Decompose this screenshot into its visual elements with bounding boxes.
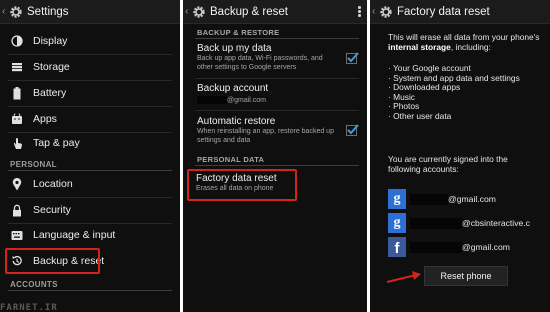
- erase-warning-text: This will erase all data from your phone…: [388, 32, 542, 52]
- settings-item-storage[interactable]: Storage: [0, 54, 180, 80]
- page-title: Settings: [27, 5, 69, 18]
- highlight-box: [187, 169, 297, 201]
- divider: [8, 290, 172, 291]
- settings-item-label: Apps: [33, 113, 57, 125]
- item-summary: When reinstalling an app, restore backed…: [197, 128, 334, 144]
- section-header-personal: PERSONAL: [10, 160, 57, 169]
- account-row: g @gmail.com: [388, 188, 550, 210]
- list-item-text: Downloaded apps: [393, 82, 461, 93]
- settings-item-label: Display: [33, 35, 68, 47]
- factory-reset-panel: ‹ Factory data reset This will erase all…: [370, 0, 550, 312]
- lock-icon: [10, 203, 24, 217]
- settings-item-label: Storage: [33, 61, 70, 73]
- highlight-box: [5, 248, 100, 274]
- list-item-text: Music: [393, 91, 415, 102]
- warning-text-part: This will erase all data from your phone…: [388, 32, 540, 42]
- watermark-logo: FARNET.IR: [0, 303, 58, 312]
- section-header-backup-restore: BACKUP & RESTORE: [197, 28, 280, 37]
- warning-text-bold: internal storage: [388, 42, 451, 52]
- auto-restore-checkbox[interactable]: [346, 124, 359, 136]
- email-suffix: @gmail.com: [448, 194, 496, 204]
- item-title: Back up my data: [197, 43, 272, 54]
- redacted-block: [410, 193, 448, 205]
- settings-item-tap-pay[interactable]: Tap & pay: [0, 130, 180, 156]
- account-row: f @gmail.com: [388, 236, 550, 258]
- back-chevron-icon[interactable]: ‹: [185, 0, 191, 24]
- storage-icon: [10, 60, 24, 74]
- settings-item-security[interactable]: Security: [0, 197, 180, 223]
- automatic-restore-item[interactable]: Automatic restore When reinstalling an a…: [197, 116, 359, 145]
- backup-account-email: @gmail.com: [197, 96, 359, 105]
- backup-account-item[interactable]: Backup account @gmail.com: [197, 83, 359, 105]
- settings-item-label: Battery: [33, 87, 67, 99]
- gear-icon[interactable]: [9, 5, 23, 19]
- erase-items-list: · Your Google account · System and app d…: [388, 63, 544, 122]
- divider: [195, 78, 359, 79]
- apps-icon: [10, 112, 24, 126]
- google-icon: g: [388, 189, 406, 209]
- reset-phone-button[interactable]: Reset phone: [424, 266, 508, 286]
- item-title: Backup account: [197, 83, 269, 94]
- overflow-menu-icon[interactable]: [358, 6, 361, 18]
- page-title: Factory data reset: [397, 5, 490, 18]
- email-suffix: @cbsinteractive.c: [462, 218, 530, 228]
- redacted-block: [410, 241, 462, 253]
- back-chevron-icon[interactable]: ‹: [2, 0, 8, 24]
- section-header-accounts: ACCOUNTS: [10, 280, 58, 289]
- backup-action-bar: ‹ Backup & reset: [183, 0, 367, 24]
- page-title: Backup & reset: [210, 5, 288, 18]
- tap-pay-icon: [10, 136, 24, 150]
- settings-item-language[interactable]: Language & input: [0, 222, 180, 248]
- facebook-icon: f: [388, 237, 406, 257]
- warning-text-part: , including:: [450, 42, 491, 52]
- divider: [195, 38, 359, 39]
- language-icon: [10, 228, 24, 242]
- settings-item-apps[interactable]: Apps: [0, 106, 180, 132]
- settings-item-label: Language & input: [33, 229, 116, 241]
- redacted-block: [410, 217, 462, 229]
- battery-icon: [10, 86, 24, 100]
- gear-icon[interactable]: [192, 5, 206, 19]
- email-suffix: @gmail.com: [227, 96, 267, 104]
- settings-panel: ‹ Settings Display Storage Battery Apps: [0, 0, 180, 312]
- signed-in-text: You are currently signed into the follow…: [388, 154, 508, 174]
- item-summary: Back up app data, Wi-Fi passwords, and o…: [197, 55, 323, 71]
- divider: [195, 110, 359, 111]
- back-chevron-icon[interactable]: ‹: [372, 0, 378, 24]
- settings-item-label: Tap & pay: [33, 137, 80, 149]
- gear-icon[interactable]: [379, 5, 393, 19]
- settings-item-battery[interactable]: Battery: [0, 80, 180, 106]
- backup-data-checkbox[interactable]: [346, 52, 359, 64]
- list-item-text: System and app data and settings: [393, 72, 520, 83]
- redacted-block: [197, 96, 227, 104]
- settings-item-display[interactable]: Display: [0, 28, 180, 54]
- backup-reset-panel: ‹ Backup & reset BACKUP & RESTORE Back u…: [183, 0, 367, 312]
- list-item: · Other user data: [388, 110, 452, 121]
- google-icon: g: [388, 213, 406, 233]
- account-row: g @cbsinteractive.c: [388, 212, 550, 234]
- email-suffix: @gmail.com: [462, 242, 510, 252]
- account-email: @gmail.com: [410, 193, 496, 205]
- list-item-text: Photos: [393, 101, 420, 112]
- settings-action-bar: ‹ Settings: [0, 0, 180, 24]
- list-item-text: Other user data: [393, 110, 452, 121]
- divider: [195, 165, 359, 166]
- item-title: Automatic restore: [197, 116, 276, 127]
- account-email: @gmail.com: [410, 241, 510, 253]
- backup-my-data-item[interactable]: Back up my data Back up app data, Wi-Fi …: [197, 43, 359, 72]
- settings-item-label: Location: [33, 178, 73, 190]
- settings-item-location[interactable]: Location: [0, 171, 180, 197]
- factory-action-bar: ‹ Factory data reset: [370, 0, 550, 24]
- display-icon: [10, 34, 24, 48]
- location-icon: [10, 177, 24, 191]
- list-item-text: Your Google account: [392, 63, 471, 73]
- settings-item-label: Security: [33, 204, 71, 216]
- section-header-personal-data: PERSONAL DATA: [197, 155, 265, 164]
- account-email: @cbsinteractive.c: [410, 217, 530, 229]
- arrow-pointer-icon: [386, 271, 421, 283]
